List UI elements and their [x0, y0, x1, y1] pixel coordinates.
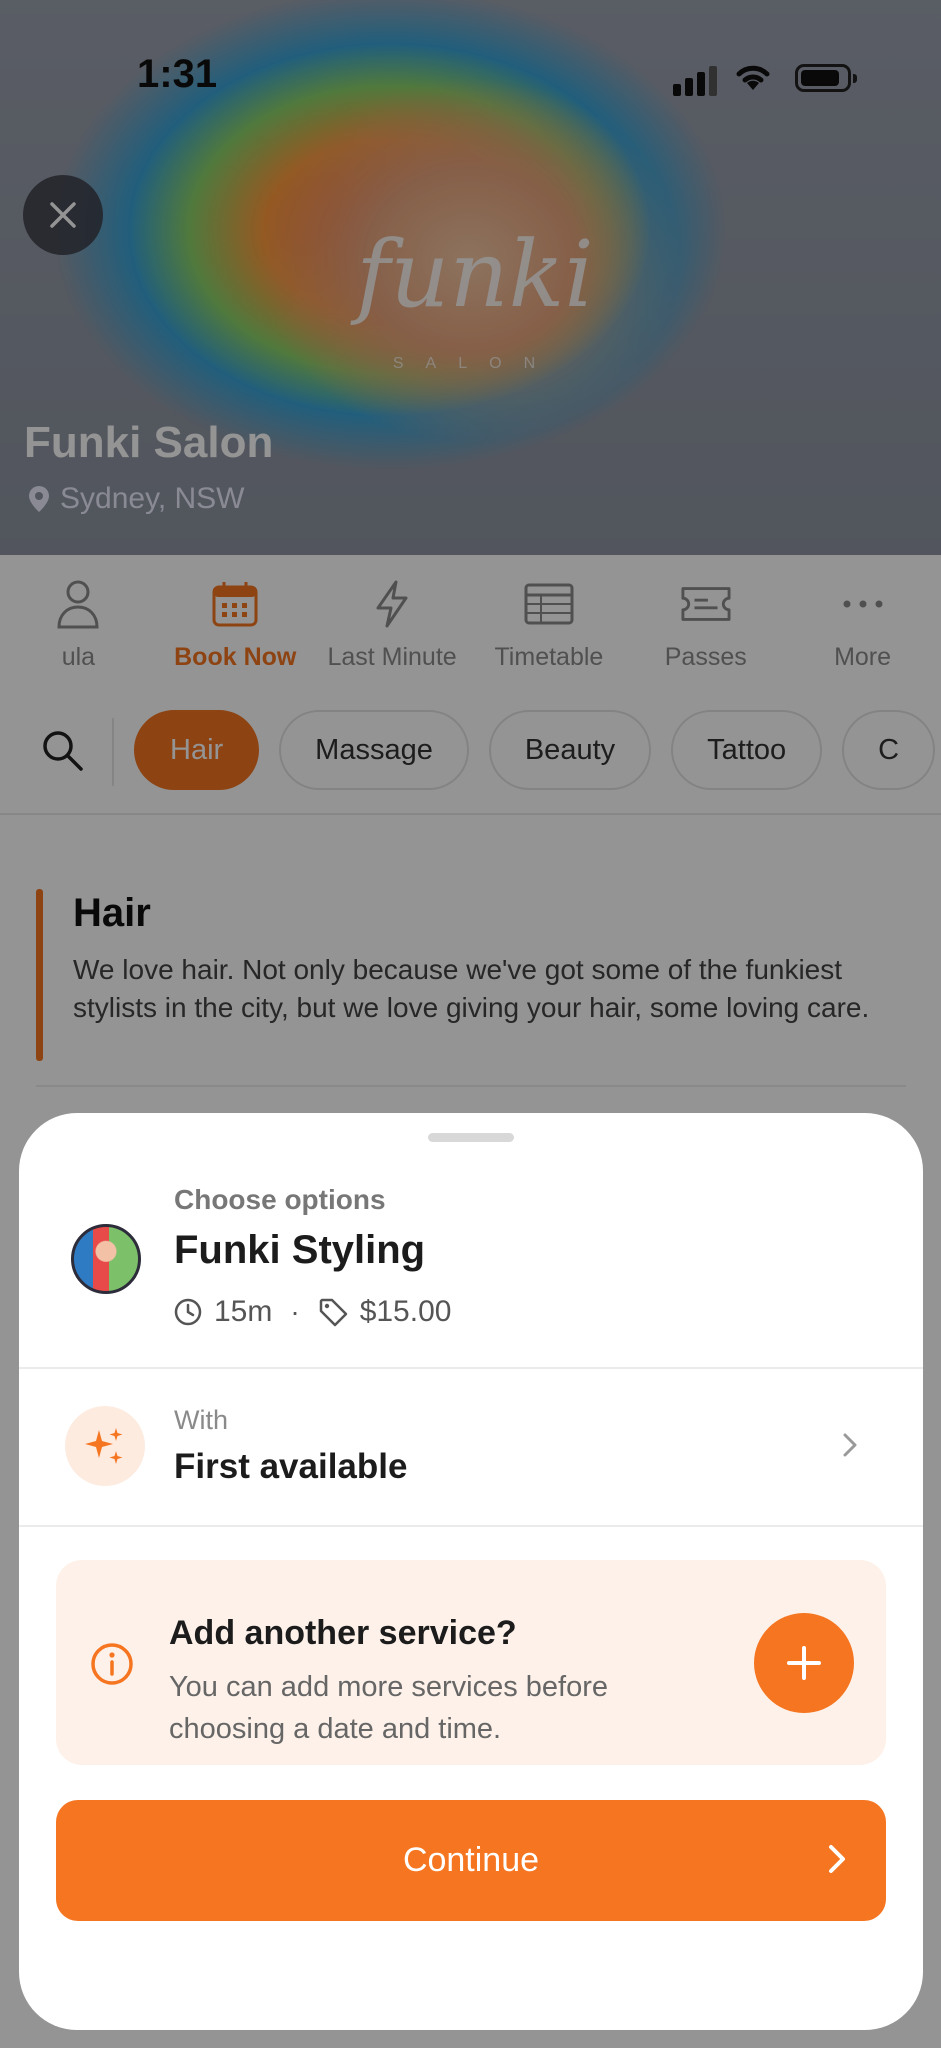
sheet-drag-handle[interactable]: [428, 1133, 514, 1142]
add-service-card: Add another service? You can add more se…: [56, 1560, 886, 1765]
service-price: $15.00: [359, 1295, 452, 1328]
add-service-button[interactable]: [754, 1613, 854, 1713]
continue-button[interactable]: Continue: [56, 1800, 886, 1921]
sparkle-badge: [65, 1406, 145, 1486]
choose-options-sheet: Choose options Funki Styling 15m · $15.0…: [19, 1113, 923, 2030]
service-avatar: [71, 1224, 141, 1294]
plus-icon: [787, 1646, 821, 1680]
info-icon: [91, 1643, 133, 1685]
continue-label: Continue: [402, 1841, 540, 1879]
divider: [19, 1525, 923, 1527]
sheet-kicker: Choose options: [174, 1184, 386, 1215]
meta-separator: ·: [290, 1296, 300, 1327]
service-name: Funki Styling: [174, 1228, 426, 1272]
add-service-description: You can add more services before choosin…: [169, 1671, 609, 1745]
chevron-right-icon: [829, 1845, 845, 1873]
sparkles-icon: [85, 1428, 123, 1464]
chevron-right-icon: [843, 1433, 857, 1457]
service-duration: 15m: [214, 1295, 273, 1328]
add-service-title: Add another service?: [169, 1614, 517, 1652]
service-meta: 15m · $15.00: [174, 1295, 451, 1329]
staff-label: With: [174, 1405, 228, 1435]
clock-icon: [174, 1298, 202, 1326]
staff-value: First available: [174, 1447, 408, 1486]
price-tag-icon: [319, 1298, 347, 1327]
divider: [19, 1367, 923, 1369]
